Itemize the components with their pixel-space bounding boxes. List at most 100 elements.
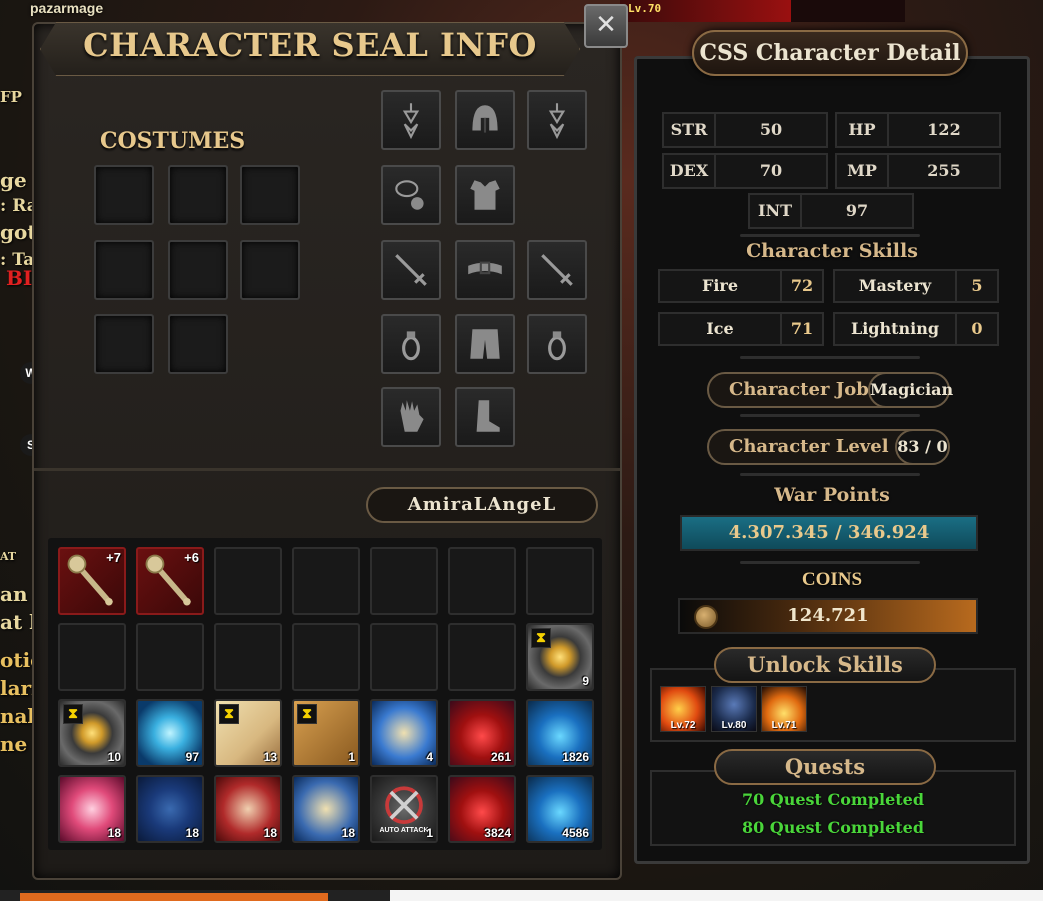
inventory-item-red-potions[interactable]: 3824 — [448, 775, 516, 843]
bg-text-fragment: ne — [0, 732, 28, 756]
glove-icon — [400, 400, 424, 432]
item-quantity: 1 — [426, 826, 433, 840]
quest-item: 70 Quest Completed — [741, 790, 925, 809]
coins-value: 124.721 — [678, 598, 978, 634]
mastery-skill-value: 5 — [955, 269, 999, 303]
item-quantity: 261 — [490, 750, 511, 764]
separator — [740, 234, 920, 237]
inventory-item-pink-rune[interactable]: 18 — [58, 775, 126, 843]
earring-slot-left[interactable] — [381, 90, 441, 150]
bg-text-fragment: BI — [6, 266, 33, 290]
hourglass-icon: ⧗ — [63, 704, 83, 724]
flame-icon[interactable]: Lv.71 — [761, 686, 807, 732]
inventory-item-gold-orb[interactable]: ⧗ 9 — [526, 623, 594, 691]
inventory-item-staff[interactable]: +7 — [58, 547, 126, 615]
enhancement-level: +7 — [106, 550, 121, 565]
inventory-item-auto-attack[interactable]: AUTO ATTACK 1 — [370, 775, 438, 843]
inventory-item-blue-potions[interactable]: 1826 — [526, 699, 594, 767]
character-job-value: Magician — [868, 372, 953, 408]
inventory-item-red-potions[interactable]: 261 — [448, 699, 516, 767]
costume-slot[interactable] — [94, 314, 154, 374]
ring-icon — [402, 331, 420, 361]
inventory-slot-empty[interactable] — [58, 623, 126, 691]
gloves-slot[interactable] — [381, 387, 441, 447]
hourglass-icon: ⧗ — [531, 628, 551, 648]
player-name: pazarmage — [30, 0, 104, 16]
costume-slot[interactable] — [168, 314, 228, 374]
costume-slot[interactable] — [168, 165, 228, 225]
costume-slot[interactable] — [94, 240, 154, 300]
inventory-item-blue-potions[interactable]: 4586 — [526, 775, 594, 843]
costume-slot[interactable] — [240, 165, 300, 225]
inventory-item-runner-scroll[interactable]: 18 — [292, 775, 360, 843]
lightning-skill-value: 0 — [955, 312, 999, 346]
inventory-item-red-scroll[interactable]: 18 — [214, 775, 282, 843]
inventory-slot-empty[interactable] — [214, 547, 282, 615]
belt-slot[interactable] — [455, 240, 515, 300]
inventory-item-gold-orb[interactable]: ⧗ 10 — [58, 699, 126, 767]
inventory-item-blue-scroll[interactable]: 4 — [370, 699, 438, 767]
inventory-slot-empty[interactable] — [136, 623, 204, 691]
fire-skill-value: 72 — [780, 269, 824, 303]
sword-icon — [541, 254, 573, 286]
ring-slot-left[interactable] — [381, 314, 441, 374]
ring-slot-right[interactable] — [527, 314, 587, 374]
earring-slot-right[interactable] — [527, 90, 587, 150]
inventory-slot-empty[interactable] — [370, 623, 438, 691]
necklace-slot[interactable] — [381, 165, 441, 225]
weapon-slot-right[interactable] — [527, 240, 587, 300]
close-button[interactable]: ✕ — [584, 4, 628, 48]
chat-tab[interactable]: AT — [0, 550, 16, 563]
dex-value: 70 — [714, 153, 828, 189]
item-quantity: 97 — [185, 750, 199, 764]
necklace-icon — [395, 180, 424, 210]
hp-label: HP — [835, 112, 889, 148]
boots-slot[interactable] — [455, 387, 515, 447]
fp-label: FP — [0, 88, 22, 106]
coins-label: COINS — [801, 569, 863, 590]
panel-divider — [34, 468, 620, 471]
coin-icon — [694, 605, 718, 629]
mastery-skill-label: Mastery — [833, 269, 957, 303]
weapon-slot-left[interactable] — [381, 240, 441, 300]
inventory-slot-empty[interactable] — [448, 547, 516, 615]
mp-value: 255 — [887, 153, 1001, 189]
inventory-slot-empty[interactable] — [526, 547, 594, 615]
inventory-item-blue-shield[interactable]: 18 — [136, 775, 204, 843]
costume-slot[interactable] — [240, 240, 300, 300]
character-detail-title: CSS Character Detail — [692, 30, 968, 76]
item-quantity: 13 — [263, 750, 277, 764]
inventory-slot-empty[interactable] — [214, 623, 282, 691]
inventory-slot-empty[interactable] — [292, 623, 360, 691]
costume-slot[interactable] — [168, 240, 228, 300]
item-quantity: 18 — [341, 826, 355, 840]
seal-info-title: CHARACTER SEAL INFO — [83, 26, 537, 64]
dex-label: DEX — [662, 153, 716, 189]
mage-figure-icon[interactable]: Lv.80 — [711, 686, 757, 732]
sword-icon — [395, 254, 427, 286]
unlock-skill-level: Lv.72 — [670, 720, 696, 731]
inventory-slot-empty[interactable] — [448, 623, 516, 691]
earring-icon — [548, 103, 566, 140]
helmet-icon — [472, 105, 498, 133]
helmet-slot[interactable] — [455, 90, 515, 150]
armor-slot[interactable] — [455, 165, 515, 225]
separator — [740, 473, 920, 476]
item-quantity: 1826 — [562, 750, 589, 764]
inventory-slot-empty[interactable] — [370, 547, 438, 615]
fire-burst-icon[interactable]: Lv.72 — [660, 686, 706, 732]
inventory-item-staff[interactable]: +6 — [136, 547, 204, 615]
inventory-item-blue-swirl[interactable]: 97 — [136, 699, 204, 767]
separator — [740, 414, 920, 417]
inventory-slot-empty[interactable] — [292, 547, 360, 615]
pants-slot[interactable] — [455, 314, 515, 374]
inventory-item-crossed-swords-scroll[interactable]: ⧗ 13 — [214, 699, 282, 767]
inventory-item-sword-scroll[interactable]: ⧗ 1 — [292, 699, 360, 767]
item-quantity: 3824 — [484, 826, 511, 840]
int-value: 97 — [800, 193, 914, 229]
quests-title: Quests — [714, 749, 936, 785]
item-quantity: 9 — [582, 674, 589, 688]
war-points-value: 4.307.345 / 346.924 — [680, 515, 978, 551]
ring-icon — [548, 331, 566, 361]
costume-slot[interactable] — [94, 165, 154, 225]
